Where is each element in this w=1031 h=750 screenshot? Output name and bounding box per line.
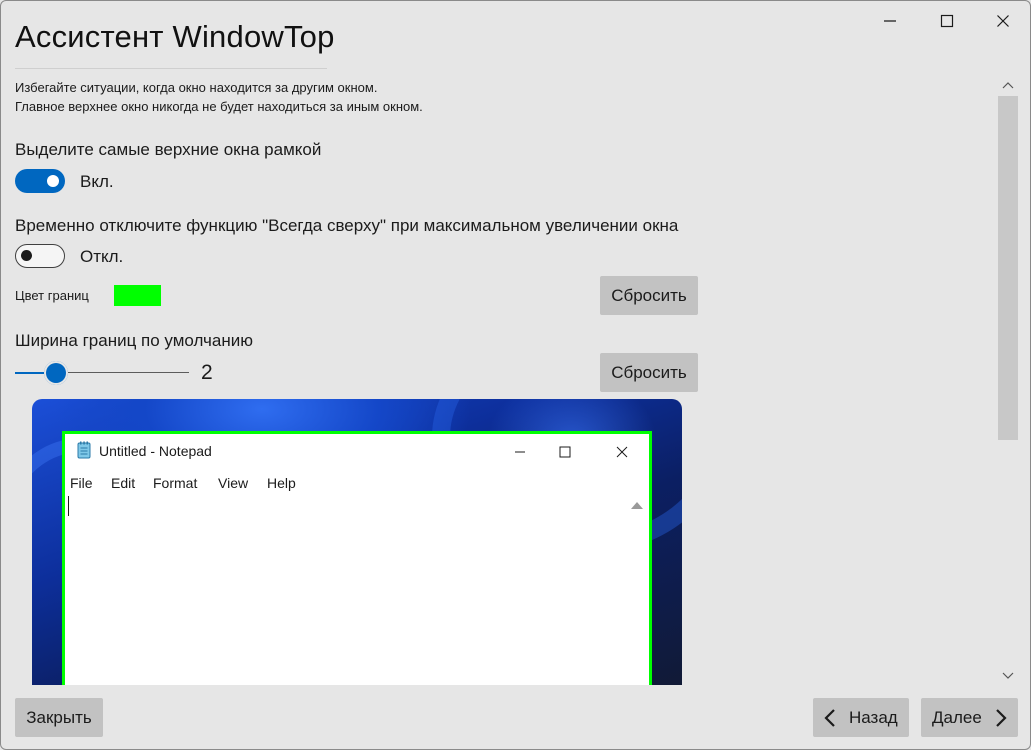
preview-image: Untitled - Notepad File Edit Format View… [32, 399, 682, 685]
highlight-topmost-state: Вкл. [80, 172, 114, 191]
disable-on-maximize-label: Временно отключите функцию "Всегда сверх… [15, 216, 679, 235]
notepad-minimize-icon [500, 438, 540, 466]
notepad-preview-window: Untitled - Notepad File Edit Format View… [62, 431, 652, 685]
border-width-label: Ширина границ по умолчанию [15, 331, 253, 350]
notepad-menu-format: Format [153, 475, 198, 491]
chevron-right-icon [996, 708, 1007, 727]
description-line-1: Избегайте ситуации, когда окно находится… [15, 80, 378, 95]
close-button[interactable]: Закрыть [15, 698, 103, 737]
notepad-icon [77, 441, 91, 459]
notepad-title: Untitled - Notepad [99, 443, 212, 459]
notepad-menu-edit: Edit [111, 475, 136, 491]
back-button-label: Назад [849, 707, 898, 727]
window-title: Ассистент WindowTop [15, 19, 335, 54]
border-width-slider-thumb[interactable] [44, 361, 68, 385]
border-width-value: 2 [201, 361, 213, 384]
disable-on-maximize-toggle[interactable] [15, 244, 65, 268]
title-divider [15, 68, 327, 69]
close-window-button[interactable] [976, 1, 1030, 41]
description-line-2: Главное верхнее окно никогда не будет на… [15, 99, 423, 114]
notepad-scroll-up-icon [631, 502, 643, 509]
minimize-button[interactable] [863, 1, 917, 41]
maximize-icon [940, 14, 954, 28]
notepad-maximize-icon [545, 438, 585, 466]
maximize-button[interactable] [920, 1, 974, 41]
back-button[interactable]: Назад [813, 698, 909, 737]
highlight-topmost-label: Выделите самые верхние окна рамкой [15, 140, 322, 159]
highlight-topmost-toggle[interactable] [15, 169, 65, 193]
next-button[interactable]: Далее [921, 698, 1018, 737]
minimize-icon [884, 20, 896, 22]
border-color-label: Цвет границ [15, 288, 89, 303]
border-color-swatch[interactable] [114, 285, 161, 306]
reset-border-color-button[interactable]: Сбросить [600, 276, 698, 315]
toggle-knob [21, 250, 32, 261]
notepad-menu-help: Help [267, 475, 296, 491]
notepad-close-icon [602, 438, 642, 466]
notepad-menu-file: File [70, 475, 93, 491]
text-caret [68, 496, 69, 516]
notepad-menu-view: View [218, 475, 249, 491]
scroll-up-button[interactable] [1002, 78, 1014, 92]
assistant-window: Ассистент WindowTop Избегайте ситуации, … [0, 0, 1031, 750]
next-button-label: Далее [932, 707, 982, 727]
scrollbar-thumb[interactable] [998, 96, 1018, 440]
chevron-left-icon [824, 708, 835, 727]
chevron-up-icon [1002, 82, 1014, 89]
scroll-down-button[interactable] [1002, 669, 1014, 683]
close-icon [997, 15, 1009, 27]
reset-border-width-button[interactable]: Сбросить [600, 353, 698, 392]
toggle-knob [47, 175, 59, 187]
chevron-down-icon [1002, 672, 1014, 679]
disable-on-maximize-state: Откл. [80, 247, 124, 266]
slider-track[interactable] [56, 372, 189, 373]
